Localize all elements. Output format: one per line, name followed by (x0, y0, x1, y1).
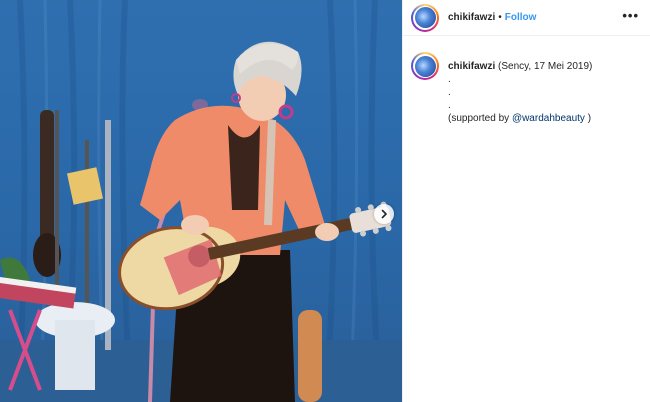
caption-dot-line: . (448, 87, 451, 98)
supported-prefix: (supported by (448, 113, 512, 124)
separator-dot: • (498, 12, 502, 23)
supported-suffix: ) (584, 113, 592, 124)
caption-username-link[interactable]: chikifawzi (448, 61, 495, 72)
photo-illustration (0, 0, 402, 402)
caption-line-1: (Sency, 17 Mei 2019) (498, 61, 593, 72)
caption: chikifawzi (Sency, 17 Mei 2019) . . . (s… (403, 52, 650, 125)
more-options-icon[interactable]: ••• (622, 9, 639, 22)
caption-text: chikifawzi (Sency, 17 Mei 2019) . . . (s… (448, 60, 592, 125)
post-photo[interactable] (0, 0, 402, 402)
caption-avatar[interactable] (411, 52, 439, 80)
mention-link[interactable]: @wardahbeauty (512, 113, 585, 124)
username-link[interactable]: chikifawzi (448, 12, 495, 23)
post-sidebar: chikifawzi • Follow ••• chikifawzi (Senc… (402, 0, 650, 402)
chevron-right-icon (381, 209, 387, 219)
caption-dot-line: . (448, 74, 451, 85)
caption-dot-line: . (448, 100, 451, 111)
post-header: chikifawzi • Follow ••• (403, 0, 650, 36)
avatar[interactable] (411, 3, 439, 32)
next-photo-button[interactable] (374, 204, 394, 224)
follow-button[interactable]: Follow (505, 12, 537, 23)
